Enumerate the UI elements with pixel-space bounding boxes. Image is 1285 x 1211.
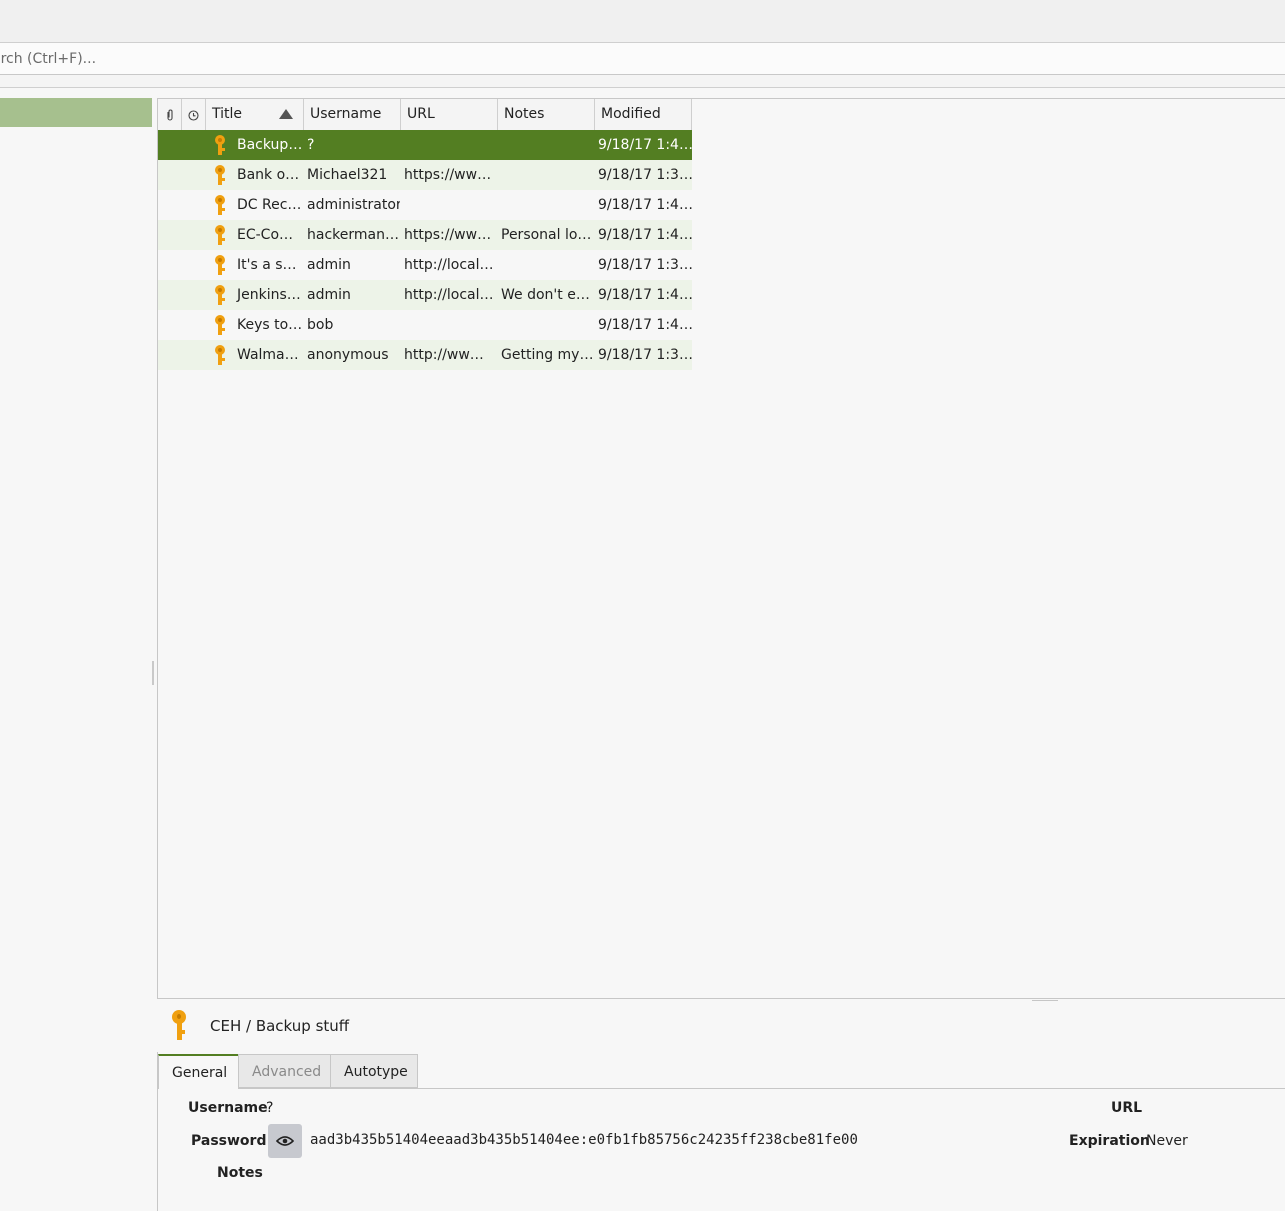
key-icon: [215, 285, 225, 307]
password-value: aad3b435b51404eeaad3b435b51404ee:e0fb1fb…: [310, 1132, 858, 1148]
toolbar: [0, 0, 1285, 43]
cell-url: http://local…: [404, 287, 494, 303]
table-row[interactable]: Jenkins… admin http://local… We don't e… 9/1…: [158, 280, 692, 310]
cell-username: anonymous: [307, 347, 389, 363]
column-header-expire[interactable]: [182, 99, 206, 130]
expiration-value: Never: [1146, 1133, 1188, 1149]
cell-username: admin: [307, 257, 351, 273]
cell-notes: We don't e…: [501, 287, 590, 303]
cell-username: ?: [307, 137, 315, 153]
entry-path-title: CEH / Backup stuff: [210, 1017, 350, 1035]
cell-notes: [497, 310, 594, 340]
cell-title: It's a s…: [237, 257, 297, 273]
url-label: URL: [1111, 1100, 1143, 1116]
table-row[interactable]: DC Rec… administrator 9/18/17 1:4…: [158, 190, 692, 220]
cell-modified: 9/18/17 1:4…: [598, 287, 692, 303]
show-password-button[interactable]: [268, 1124, 302, 1158]
table-header: Title Username URL Notes Modified: [158, 99, 692, 130]
entry-key-icon: [172, 1010, 186, 1040]
table-row[interactable]: It's a s… admin http://local… 9/18/17 1:3…: [158, 250, 692, 280]
cell-url: [400, 310, 497, 340]
cell-url: http://ww…: [404, 347, 484, 363]
cell-modified: 9/18/17 1:4…: [598, 227, 692, 243]
details-tab-bar: General Advanced Autotype: [157, 1052, 1285, 1089]
key-icon: [215, 315, 225, 337]
eye-icon: [275, 1134, 295, 1152]
tab-autotype[interactable]: Autotype: [330, 1054, 418, 1088]
table-row[interactable]: Bank o… Michael321 https://ww… 9/18/17 1:3…: [158, 160, 692, 190]
username-value: ?: [266, 1100, 274, 1116]
table-row[interactable]: Keys to… bob 9/18/17 1:4…: [158, 310, 692, 340]
key-icon: [215, 165, 225, 187]
expiration-label: Expiration: [1069, 1133, 1150, 1149]
column-header-url[interactable]: URL: [401, 99, 498, 130]
password-label: Password: [191, 1133, 267, 1149]
column-header-username[interactable]: Username: [304, 99, 401, 130]
cell-modified: 9/18/17 1:4…: [598, 317, 692, 333]
username-label: Username: [188, 1100, 268, 1116]
search-bar: [0, 43, 1285, 75]
tab-general[interactable]: General: [158, 1054, 239, 1089]
paperclip-icon: [166, 108, 174, 121]
key-icon: [215, 255, 225, 277]
column-header-notes[interactable]: Notes: [498, 99, 595, 130]
cell-url: https://ww…: [404, 167, 492, 183]
cell-url: http://local…: [404, 257, 494, 273]
clock-icon: [188, 108, 199, 121]
cell-username: Michael321: [307, 167, 388, 183]
column-header-modified[interactable]: Modified: [595, 99, 692, 130]
column-header-username-label: Username: [310, 106, 382, 122]
cell-title: Walma…: [237, 347, 299, 363]
column-header-attachment[interactable]: [158, 99, 182, 130]
cell-title: Jenkins…: [237, 287, 301, 303]
cell-url: [400, 190, 497, 220]
toolbar-strip: [0, 75, 1285, 88]
cell-username: hackerman…: [307, 227, 399, 243]
cell-title: Keys to…: [237, 317, 303, 333]
cell-url: https://ww…: [404, 227, 492, 243]
notes-label: Notes: [217, 1165, 263, 1181]
cell-modified: 9/18/17 1:4…: [598, 137, 692, 153]
column-header-title[interactable]: Title: [206, 99, 304, 130]
group-tree[interactable]: [0, 96, 152, 1211]
cell-username: bob: [307, 317, 334, 333]
cell-title: Bank o…: [237, 167, 300, 183]
key-icon: [215, 345, 225, 367]
column-header-modified-label: Modified: [601, 106, 661, 122]
cell-notes: Getting my…: [501, 347, 594, 363]
cell-title: DC Rec…: [237, 197, 302, 213]
key-icon: [215, 195, 225, 217]
cell-modified: 9/18/17 1:4…: [598, 197, 692, 213]
cell-title: Backup…: [237, 137, 303, 153]
cell-title: EC-Co…: [237, 227, 294, 243]
cell-url: [400, 130, 497, 160]
splitter-handle[interactable]: [152, 661, 154, 685]
column-header-title-label: Title: [212, 106, 243, 122]
cell-notes: [497, 250, 594, 280]
cell-modified: 9/18/17 1:3…: [598, 257, 692, 273]
tab-advanced[interactable]: Advanced: [238, 1054, 331, 1088]
tab-autotype-label: Autotype: [344, 1064, 408, 1080]
sort-ascending-icon: [279, 109, 293, 119]
cell-notes: [497, 130, 594, 160]
cell-notes: [497, 160, 594, 190]
cell-username: admin: [307, 287, 351, 303]
cell-notes: [497, 190, 594, 220]
cell-notes: Personal lo…: [501, 227, 592, 243]
key-icon: [215, 135, 225, 157]
cell-modified: 9/18/17 1:3…: [598, 347, 692, 363]
cell-username: administrator: [307, 197, 400, 213]
column-header-url-label: URL: [407, 106, 435, 122]
pane-resize-handle[interactable]: [1032, 1000, 1058, 1001]
cell-modified: 9/18/17 1:3…: [598, 167, 692, 183]
table-row[interactable]: EC-Co… hackerman… https://ww… Personal lo… 9…: [158, 220, 692, 250]
table-row[interactable]: Backup…? 9/18/17 1:4…: [158, 130, 692, 160]
key-icon: [215, 225, 225, 247]
tab-general-label: General: [172, 1065, 228, 1081]
table-row[interactable]: Walma… anonymous http://ww… Getting my… 9/18…: [158, 340, 692, 370]
tab-advanced-label: Advanced: [252, 1064, 322, 1080]
column-header-notes-label: Notes: [504, 106, 545, 122]
group-tree-selected-item[interactable]: [0, 98, 152, 127]
search-input[interactable]: [0, 43, 1280, 74]
